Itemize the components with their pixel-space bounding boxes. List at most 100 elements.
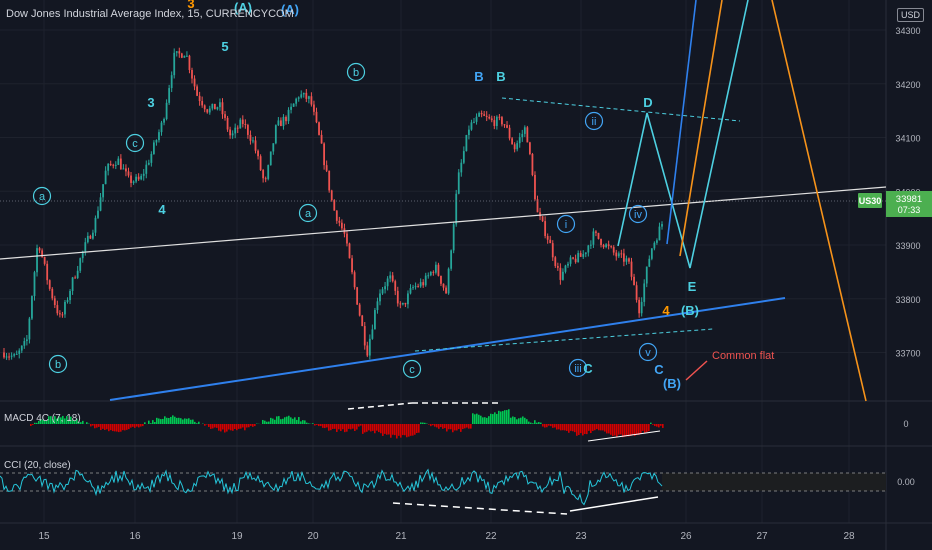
annotation-common-flat: Common flat <box>712 350 774 362</box>
candle-body <box>440 275 442 284</box>
macd-bar <box>590 424 592 434</box>
candle-body <box>221 102 224 115</box>
candle-body <box>424 275 427 286</box>
macd-bar <box>268 421 270 424</box>
price-tick-label: 33900 <box>895 241 920 251</box>
macd-bar <box>612 424 614 437</box>
macd-bar <box>650 422 652 424</box>
candle-body <box>208 108 211 113</box>
time-tick-label: 22 <box>485 531 497 542</box>
candle-body <box>107 163 110 171</box>
macd-bar <box>120 424 122 432</box>
macd-bar <box>656 424 658 427</box>
macd-bar <box>376 424 378 431</box>
macd-bar <box>216 424 218 428</box>
candle-body <box>612 247 615 253</box>
candle-body <box>445 287 447 294</box>
candle-body <box>516 143 519 150</box>
chart-canvas[interactable]: abc3453 (A) (A)bacB Biiiiii CivvC4DE(B)(B)Co… <box>0 0 932 550</box>
wave-label: iii <box>574 363 581 375</box>
macd-bar <box>582 424 584 436</box>
macd-bar <box>660 424 662 426</box>
macd-bar <box>644 424 646 434</box>
macd-bar <box>546 424 548 428</box>
candle-body <box>267 165 270 179</box>
macd-bar <box>174 416 176 424</box>
price-tag-countdown: 07:33 <box>898 205 921 215</box>
candle-body <box>333 200 336 211</box>
candle-body <box>152 142 155 154</box>
macd-bar <box>554 424 556 428</box>
macd-bar <box>596 424 598 430</box>
candle-body <box>71 277 74 291</box>
symbol-tag-label: US30 <box>859 196 882 206</box>
macd-bar <box>212 424 214 429</box>
candle-body <box>241 119 244 124</box>
candle-body <box>64 301 66 315</box>
macd-bar <box>466 424 468 428</box>
candle-body <box>277 120 280 126</box>
candle-body <box>582 254 585 257</box>
candle-body <box>28 318 31 340</box>
macd-bar <box>262 419 264 424</box>
macd-bar <box>516 419 518 424</box>
macd-bar <box>312 423 314 424</box>
time-tick-label: 16 <box>129 531 141 542</box>
candle-body <box>366 345 369 356</box>
candle-body <box>483 114 486 116</box>
macd-bar <box>614 424 616 436</box>
macd-bar <box>354 424 356 431</box>
macd-bar <box>106 424 108 430</box>
currency-button[interactable]: USD <box>896 8 924 22</box>
candle-body <box>635 285 638 300</box>
macd-bar <box>182 419 184 424</box>
candle-body <box>384 286 386 290</box>
macd-bar <box>610 424 612 435</box>
macd-bar <box>344 424 346 433</box>
macd-bar <box>192 419 194 424</box>
candle-body <box>534 174 536 200</box>
candle-body <box>389 275 392 279</box>
macd-bar <box>330 424 332 431</box>
candle-body <box>74 277 77 279</box>
candle-body <box>577 253 580 263</box>
candle-body <box>643 283 646 302</box>
candle-body <box>25 339 28 342</box>
candle-body <box>94 217 97 233</box>
candle-body <box>300 94 303 98</box>
candle-body <box>84 242 87 252</box>
macd-bar <box>332 424 334 429</box>
macd-bar <box>600 424 602 431</box>
candle-body <box>633 276 635 286</box>
candle-body <box>142 173 145 176</box>
macd-bar <box>222 424 224 430</box>
macd-bar <box>652 424 654 425</box>
macd-bar <box>286 416 288 424</box>
candle-body <box>196 86 198 96</box>
candle-body <box>330 190 333 201</box>
candle-body <box>188 55 191 70</box>
candle-body <box>386 278 389 287</box>
candle-body <box>272 143 275 152</box>
candle-body <box>69 290 71 301</box>
candle-body <box>122 168 125 170</box>
wave-label: b <box>55 359 61 371</box>
macd-bar <box>510 417 512 424</box>
macd-bar <box>420 422 422 424</box>
candle-body <box>48 280 51 289</box>
macd-bar <box>218 424 220 431</box>
candle-body <box>302 92 305 95</box>
candle-body <box>178 51 181 54</box>
macd-bar <box>288 415 290 424</box>
macd-bar <box>156 417 158 424</box>
macd-bar <box>576 424 578 436</box>
macd-bar <box>124 424 126 431</box>
candle-body <box>97 210 99 218</box>
candle-body <box>661 224 663 227</box>
macd-bar <box>372 424 374 431</box>
candle-body <box>374 310 376 330</box>
macd-bar <box>638 424 640 435</box>
wave-label: 5 <box>221 39 228 54</box>
candle-body <box>109 163 112 165</box>
candle-body <box>592 231 595 245</box>
